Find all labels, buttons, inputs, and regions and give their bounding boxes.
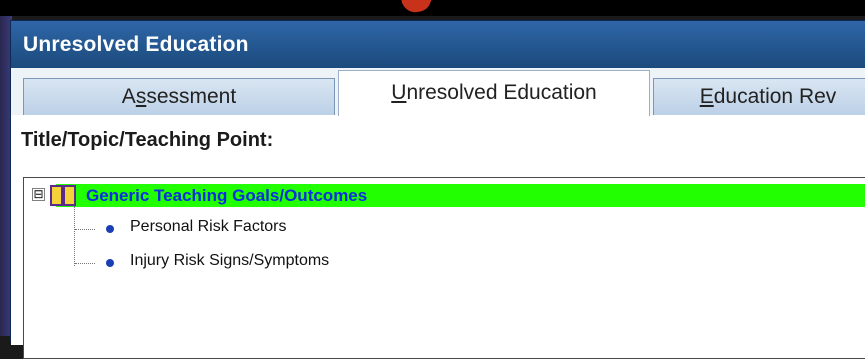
- tab-unresolved-education-label: Unresolved Education: [391, 81, 597, 104]
- book-icon: [50, 185, 76, 206]
- tree-connector: [75, 263, 95, 264]
- unresolved-education-window: Unresolved Education Assessment Unresolv…: [10, 20, 865, 359]
- teaching-point-tree[interactable]: ⊟ Generic Teaching Goals/Outcomes Person…: [23, 177, 865, 359]
- tree-connector: [75, 229, 95, 230]
- tab-education-review[interactable]: Education Rev: [653, 78, 865, 115]
- tab-assessment-label: Assessment: [121, 85, 237, 108]
- tab-assessment[interactable]: Assessment: [23, 78, 335, 115]
- tree-connector: [74, 206, 75, 266]
- window-titlebar[interactable]: Unresolved Education: [11, 21, 865, 68]
- tab-strip: Assessment Unresolved Education Educatio…: [11, 68, 865, 116]
- tab-unresolved-education[interactable]: Unresolved Education: [338, 70, 650, 116]
- bullet-icon: [106, 259, 114, 267]
- tab-education-review-label: Education Rev: [699, 85, 837, 108]
- collapse-icon[interactable]: ⊟: [32, 188, 45, 201]
- bullet-icon: [106, 225, 114, 233]
- tree-item-personal-risk-factors[interactable]: Personal Risk Factors: [130, 218, 287, 236]
- tab-content: Title/Topic/Teaching Point: ⊟ Generic Te…: [11, 115, 865, 359]
- tree-item-injury-risk-signs[interactable]: Injury Risk Signs/Symptoms: [130, 252, 329, 270]
- section-label: Title/Topic/Teaching Point:: [21, 129, 274, 151]
- tree-item-generic-teaching-goals[interactable]: Generic Teaching Goals/Outcomes: [86, 186, 367, 206]
- background-top-edge: [0, 0, 865, 16]
- window-title: Unresolved Education: [23, 33, 249, 56]
